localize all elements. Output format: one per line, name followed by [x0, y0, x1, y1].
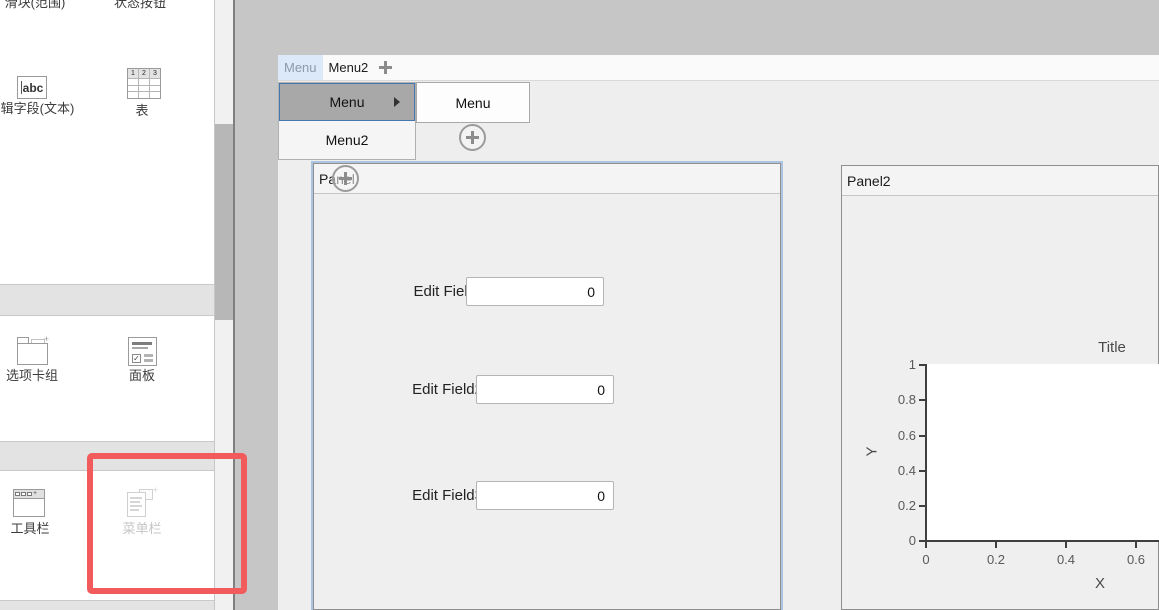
y-tick-label: 0.6 — [876, 428, 916, 443]
x-tick-mark — [925, 542, 927, 548]
table-icon-digit: 3 — [150, 69, 160, 78]
x-tick-mark — [1065, 542, 1067, 548]
y-axis-label: Y — [864, 446, 881, 456]
dropdown-item-label: Menu2 — [326, 132, 369, 148]
dropdown-item-menu[interactable]: Menu — [279, 83, 415, 121]
y-tick-mark — [919, 435, 925, 437]
palette-section-divider — [0, 600, 214, 610]
y-tick-mark — [919, 505, 925, 507]
edit-field3-input[interactable]: 0 — [476, 481, 614, 510]
y-tick-label: 0.8 — [876, 392, 916, 407]
menu-tab-menu2[interactable]: Menu2 — [323, 55, 375, 80]
edit-field2-label: Edit Field2 — [353, 381, 483, 398]
plus-icon — [344, 172, 347, 185]
edit-field2-input[interactable]: 0 — [476, 375, 614, 404]
y-axis-line — [925, 364, 927, 542]
text-cursor-glyph — [21, 81, 22, 94]
palette-label-edit-field[interactable]: 编辑字段(文本) — [0, 101, 78, 117]
menu-bar-strip: Menu Menu2 — [278, 55, 1159, 81]
palette-label-slider-range: 滑块(范围) — [0, 0, 90, 11]
chart-title: Title — [1082, 339, 1142, 356]
y-tick-label: 0.2 — [876, 498, 916, 513]
edit-field3-value: 0 — [597, 488, 605, 504]
dropdown-item-label: Menu — [329, 94, 364, 110]
uiaxes[interactable]: Title 1 0.8 0.6 0.4 0.2 0 0 0.2 — [842, 197, 1159, 610]
app-designer-stage: 滑块(范围) 状态按钮 abc 编辑字段(文本) 1 2 3 表 + 选项卡组 … — [0, 0, 1159, 610]
sidebar-scrollbar-thumb[interactable] — [215, 124, 233, 320]
plus-icon — [384, 61, 387, 74]
submenu-item-menu[interactable]: Menu — [416, 82, 530, 123]
edit-field-text-icon[interactable]: abc — [17, 76, 47, 99]
y-tick-label: 0.4 — [876, 463, 916, 478]
x-tick-mark — [995, 542, 997, 548]
table-icon-digit: 2 — [139, 69, 149, 78]
y-tick-label: 0 — [876, 533, 916, 548]
menu-dropdown: Menu Menu2 — [278, 82, 416, 160]
dropdown-item-menu2[interactable]: Menu2 — [279, 121, 415, 159]
x-axis-line — [925, 540, 1159, 542]
edit-field-input[interactable]: 0 — [466, 277, 604, 306]
y-tick-label: 1 — [876, 357, 916, 372]
y-tick-mark — [919, 364, 925, 366]
add-menu-button[interactable] — [374, 55, 396, 80]
red-highlight-box — [87, 453, 247, 594]
plus-icon — [471, 131, 474, 144]
table-icon[interactable]: 1 2 3 — [127, 68, 161, 99]
panel1-titlebar[interactable]: Panel — [314, 164, 780, 194]
tab-group-icon[interactable]: + — [17, 337, 48, 365]
checkbox-glyph: ✓ — [132, 354, 141, 363]
palette-label-toolbar[interactable]: 工具栏 — [0, 521, 62, 537]
plot-area — [926, 364, 1159, 541]
edit-field3-label: Edit Field3 — [353, 487, 483, 504]
x-tick-mark — [1135, 542, 1137, 548]
x-axis-label: X — [1085, 575, 1115, 592]
x-tick-label: 0.4 — [1046, 552, 1086, 567]
panel2[interactable]: Panel2 Title 1 0.8 0.6 0.4 0.2 0 — [841, 165, 1159, 610]
edit-field2-value: 0 — [597, 382, 605, 398]
palette-label-state-button: 状态按钮 — [105, 0, 175, 11]
panel2-titlebar[interactable]: Panel2 — [842, 166, 1158, 196]
x-tick-label: 0.6 — [1116, 552, 1156, 567]
palette-section-divider — [0, 284, 214, 316]
y-tick-mark — [919, 470, 925, 472]
x-tick-label: 0.2 — [976, 552, 1016, 567]
palette-label-table[interactable]: 表 — [110, 103, 174, 119]
toolbar-icon[interactable]: + — [13, 489, 45, 517]
submenu-item-label: Menu — [455, 95, 490, 111]
abc-glyph: abc — [23, 81, 44, 95]
panel-icon[interactable]: ✓ — [128, 337, 157, 366]
palette-label-tab-group[interactable]: 选项卡组 — [0, 368, 64, 384]
table-icon-digit: 1 — [128, 69, 138, 78]
add-menu-item-button[interactable] — [332, 165, 359, 192]
y-tick-mark — [919, 399, 925, 401]
panel2-title: Panel2 — [847, 173, 891, 189]
panel1[interactable]: Panel Edit Field 0 Edit Field2 0 Edit Fi… — [313, 163, 781, 610]
palette-label-panel[interactable]: 面板 — [110, 368, 174, 384]
submenu-arrow-icon — [394, 97, 400, 107]
edit-field-value: 0 — [587, 284, 595, 300]
edit-field-label: Edit Field — [346, 283, 476, 300]
toolbar-plus-glyph: + — [33, 492, 38, 496]
x-tick-label: 0 — [906, 552, 946, 567]
add-submenu-button[interactable] — [459, 124, 486, 151]
menu-tab-menu[interactable]: Menu — [278, 55, 323, 80]
